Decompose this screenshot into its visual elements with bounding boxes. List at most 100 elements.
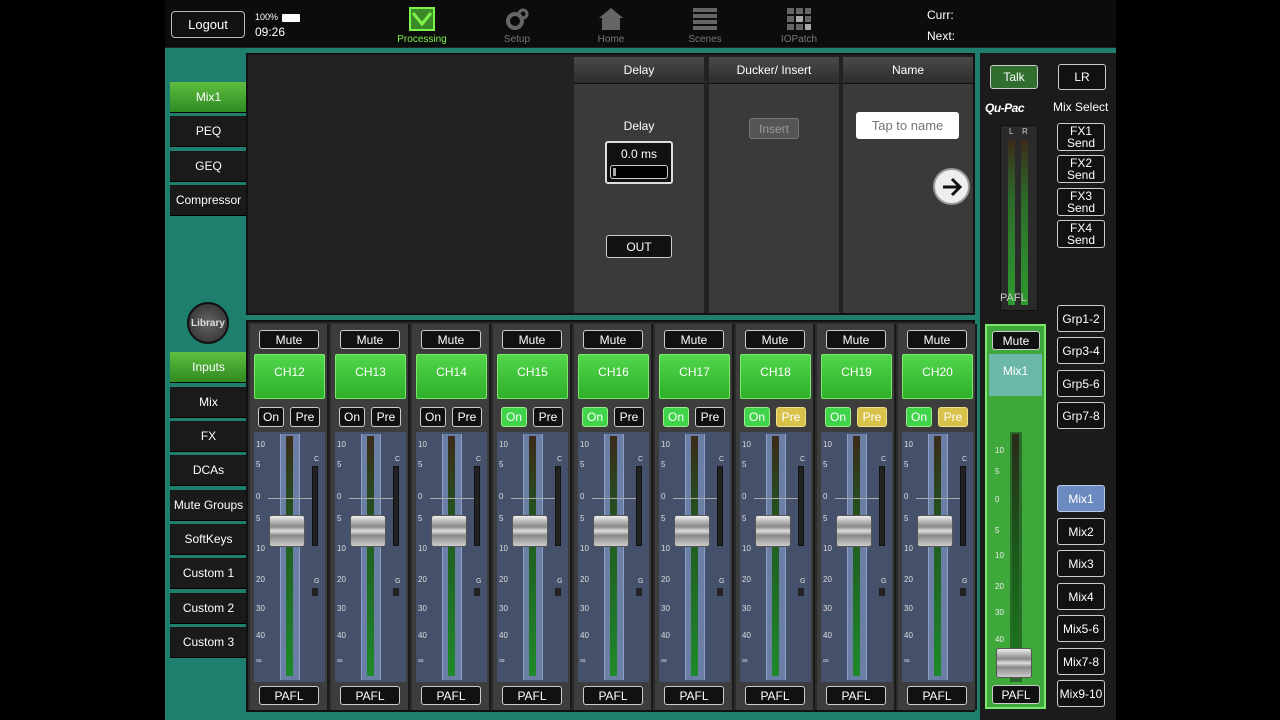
mute-button[interactable]: Mute	[259, 330, 319, 349]
fader-knob[interactable]	[350, 515, 386, 547]
on-button[interactable]: On	[339, 407, 365, 427]
channel-name-input[interactable]	[856, 112, 959, 139]
pre-button[interactable]: Pre	[776, 407, 806, 427]
channel-name[interactable]: CH14	[416, 354, 487, 399]
channel-name[interactable]: CH15	[497, 354, 568, 399]
on-button[interactable]: On	[663, 407, 689, 427]
mute-button[interactable]: Mute	[907, 330, 967, 349]
insert-button[interactable]: Insert	[749, 118, 799, 139]
mix3-select-button[interactable]: Mix3	[1057, 550, 1105, 577]
master-mix-name[interactable]: Mix1	[989, 354, 1042, 396]
delay-slider[interactable]	[610, 165, 668, 179]
sidebar-item-softkeys[interactable]: SoftKeys	[170, 524, 247, 555]
grp3-4-button[interactable]: Grp3-4	[1057, 337, 1105, 364]
fader-knob[interactable]	[674, 515, 710, 547]
fader-knob[interactable]	[512, 515, 548, 547]
fader-knob[interactable]	[431, 515, 467, 547]
master-mute-button[interactable]: Mute	[992, 331, 1040, 350]
mute-button[interactable]: Mute	[583, 330, 643, 349]
fx2-send-button[interactable]: FX2 Send	[1057, 155, 1105, 183]
logout-button[interactable]: Logout	[171, 11, 245, 38]
fader-knob[interactable]	[755, 515, 791, 547]
channel-name[interactable]: CH16	[578, 354, 649, 399]
on-button[interactable]: On	[420, 407, 446, 427]
fx1-send-button[interactable]: FX1 Send	[1057, 123, 1105, 151]
pafl-button[interactable]: PAFL	[502, 686, 562, 705]
pafl-button[interactable]: PAFL	[826, 686, 886, 705]
fader-knob[interactable]	[593, 515, 629, 547]
mix5-6-select-button[interactable]: Mix5-6	[1057, 615, 1105, 642]
channel-name[interactable]: CH13	[335, 354, 406, 399]
library-button[interactable]: Library	[187, 302, 229, 344]
pafl-button[interactable]: PAFL	[421, 686, 481, 705]
mix9-10-select-button[interactable]: Mix9-10	[1057, 680, 1105, 707]
pre-button[interactable]: Pre	[452, 407, 482, 427]
lr-button[interactable]: LR	[1058, 64, 1106, 90]
sidebar-item-inputs[interactable]: Inputs	[170, 352, 247, 383]
sidebar-item-custom-2[interactable]: Custom 2	[170, 593, 247, 624]
tab-setup[interactable]: Setup	[482, 6, 552, 45]
mix1-select-button[interactable]: Mix1	[1057, 485, 1105, 512]
mute-button[interactable]: Mute	[826, 330, 886, 349]
mix2-select-button[interactable]: Mix2	[1057, 518, 1105, 545]
mute-button[interactable]: Mute	[421, 330, 481, 349]
pafl-button[interactable]: PAFL	[583, 686, 643, 705]
pre-button[interactable]: Pre	[938, 407, 968, 427]
grp5-6-button[interactable]: Grp5-6	[1057, 370, 1105, 397]
sidebar-item-compressor[interactable]: Compressor	[170, 185, 247, 216]
mute-button[interactable]: Mute	[502, 330, 562, 349]
pre-button[interactable]: Pre	[371, 407, 401, 427]
sidebar-item-peq[interactable]: PEQ	[170, 116, 247, 147]
sidebar-item-fx[interactable]: FX	[170, 421, 247, 452]
pafl-button[interactable]: PAFL	[259, 686, 319, 705]
tab-home[interactable]: Home	[576, 6, 646, 45]
tab-scenes[interactable]: Scenes	[670, 6, 740, 45]
next-arrow-button[interactable]	[933, 168, 970, 205]
grp1-2-button[interactable]: Grp1-2	[1057, 305, 1105, 332]
fader-knob[interactable]	[917, 515, 953, 547]
sidebar-item-mix1[interactable]: Mix1	[170, 82, 247, 113]
fx4-send-button[interactable]: FX4 Send	[1057, 220, 1105, 248]
pre-button[interactable]: Pre	[290, 407, 320, 427]
on-button[interactable]: On	[744, 407, 770, 427]
talk-button[interactable]: Talk	[990, 65, 1038, 89]
pre-button[interactable]: Pre	[857, 407, 887, 427]
fader-knob[interactable]	[836, 515, 872, 547]
on-button[interactable]: On	[582, 407, 608, 427]
mute-button[interactable]: Mute	[664, 330, 724, 349]
grp7-8-button[interactable]: Grp7-8	[1057, 402, 1105, 429]
on-button[interactable]: On	[825, 407, 851, 427]
channel-name[interactable]: CH20	[902, 354, 973, 399]
tab-iopatch[interactable]: IOPatch	[764, 6, 834, 45]
channel-name[interactable]: CH12	[254, 354, 325, 399]
pafl-button[interactable]: PAFL	[907, 686, 967, 705]
channel-name[interactable]: CH17	[659, 354, 730, 399]
mix7-8-select-button[interactable]: Mix7-8	[1057, 648, 1105, 675]
pre-button[interactable]: Pre	[614, 407, 644, 427]
sidebar-item-mute-groups[interactable]: Mute Groups	[170, 490, 247, 521]
pafl-button[interactable]: PAFL	[745, 686, 805, 705]
sidebar-item-dcas[interactable]: DCAs	[170, 455, 247, 486]
channel-name[interactable]: CH18	[740, 354, 811, 399]
fader-knob[interactable]	[269, 515, 305, 547]
pre-button[interactable]: Pre	[695, 407, 725, 427]
sidebar-item-geq[interactable]: GEQ	[170, 151, 247, 182]
on-button[interactable]: On	[501, 407, 527, 427]
mute-button[interactable]: Mute	[340, 330, 400, 349]
mute-button[interactable]: Mute	[745, 330, 805, 349]
pafl-button[interactable]: PAFL	[664, 686, 724, 705]
on-button[interactable]: On	[906, 407, 932, 427]
sidebar-item-custom-3[interactable]: Custom 3	[170, 627, 247, 658]
sidebar-item-custom-1[interactable]: Custom 1	[170, 558, 247, 589]
fx3-send-button[interactable]: FX3 Send	[1057, 188, 1105, 216]
channel-name[interactable]: CH19	[821, 354, 892, 399]
pafl-button[interactable]: PAFL	[340, 686, 400, 705]
pre-button[interactable]: Pre	[533, 407, 563, 427]
sidebar-item-mix[interactable]: Mix	[170, 387, 247, 418]
delay-control[interactable]: 0.0 ms	[605, 141, 673, 184]
master-fader-knob[interactable]	[996, 648, 1032, 678]
tab-processing[interactable]: Processing	[387, 6, 457, 45]
on-button[interactable]: On	[258, 407, 284, 427]
master-pafl-button[interactable]: PAFL	[992, 685, 1040, 704]
mix4-select-button[interactable]: Mix4	[1057, 583, 1105, 610]
